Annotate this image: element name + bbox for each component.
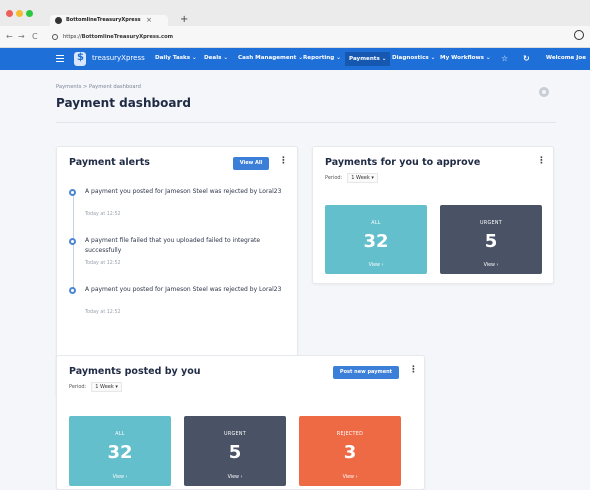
tile-view-link[interactable]: View › — [440, 263, 542, 268]
app-logo[interactable]: treasuryXpress — [92, 54, 145, 62]
tile-label: URGENT — [224, 432, 246, 437]
payments-posted-title: Payments posted by you — [69, 366, 201, 377]
tile-label: REJECTED — [336, 432, 364, 437]
breadcrumb[interactable]: Payments > Payment dashboard — [56, 84, 141, 90]
new-tab-icon[interactable]: + — [180, 14, 188, 25]
tile-label: ALL — [371, 221, 381, 226]
payments-posted-card: Payments posted by you Post new payment … — [56, 355, 425, 490]
posted-all-tile[interactable]: ALL 32 View › — [69, 416, 171, 486]
payments-to-approve-title: Payments for you to approve — [325, 157, 481, 168]
timeline-bullet-icon — [69, 189, 76, 196]
refresh-icon[interactable]: ↻ — [523, 54, 530, 63]
logo-icon — [74, 52, 86, 66]
alert-time: Today at 12:52 — [85, 261, 121, 266]
payment-alerts-title: Payment alerts — [69, 157, 150, 168]
tile-view-link[interactable]: View › — [69, 475, 171, 480]
approve-more-options-icon[interactable]: ⋮ — [537, 156, 546, 166]
settings-gear-icon[interactable] — [539, 87, 549, 97]
approve-period-select[interactable]: 1 Week ▾ — [347, 173, 378, 183]
tile-view-link[interactable]: View › — [299, 475, 401, 480]
approve-period: Period: 1 Week ▾ — [325, 173, 378, 183]
alert-item[interactable]: A payment file failed that you uploaded … — [69, 236, 284, 276]
tile-count: 5 — [228, 442, 242, 463]
welcome-user-menu[interactable]: Welcome Joe — [546, 55, 586, 61]
favorites-star-icon[interactable]: ☆ — [501, 54, 508, 63]
page-content: Payments > Payment dashboard Payment das… — [0, 70, 590, 490]
post-new-payment-button[interactable]: Post new payment — [333, 366, 399, 379]
tile-count: 32 — [107, 442, 133, 463]
minimize-window-dot[interactable] — [16, 10, 23, 17]
view-all-button[interactable]: View All — [233, 157, 269, 170]
nav-daily-tasks[interactable]: Daily Tasks ⌄ — [155, 55, 197, 61]
alert-item[interactable]: A payment you posted for Jameson Steel w… — [69, 187, 284, 227]
alert-message: A payment you posted for Jameson Steel w… — [85, 286, 282, 293]
tile-label: URGENT — [480, 221, 502, 226]
tile-view-link[interactable]: View › — [184, 475, 286, 480]
page-title: Payment dashboard — [56, 96, 191, 110]
alert-time: Today at 12:52 — [85, 212, 121, 217]
nav-cash-management[interactable]: Cash Management ⌄ — [238, 55, 303, 61]
app-navbar: treasuryXpress Daily Tasks ⌄ Deals ⌄ Cas… — [0, 48, 590, 70]
back-icon[interactable]: ← — [6, 32, 13, 41]
posted-period: Period: 1 Week ▾ — [69, 382, 122, 392]
tab-close-icon[interactable]: × — [146, 15, 152, 26]
url-prefix: https:// — [63, 34, 82, 40]
nav-deals[interactable]: Deals ⌄ — [204, 55, 228, 61]
alert-time: Today at 12:52 — [85, 310, 121, 315]
site-info-icon[interactable] — [52, 33, 58, 40]
alert-message: A payment you posted for Jameson Steel w… — [85, 188, 282, 195]
period-label: Period: — [325, 175, 343, 181]
nav-my-workflows[interactable]: My Workflows ⌄ — [440, 55, 491, 61]
close-window-dot[interactable] — [6, 10, 13, 17]
alert-message: A payment file failed that you uploaded … — [85, 237, 261, 254]
browser-tab[interactable]: BottomlineTreasuryXpress × — [50, 15, 168, 26]
posted-more-options-icon[interactable]: ⋮ — [409, 365, 418, 375]
alert-item[interactable]: A payment you posted for Jameson Steel w… — [69, 285, 284, 325]
site-favicon-icon — [55, 17, 62, 24]
timeline-bullet-icon — [69, 238, 76, 245]
approve-urgent-tile[interactable]: URGENT 5 View › — [440, 205, 542, 274]
payments-to-approve-card: Payments for you to approve ⋮ Period: 1 W… — [312, 146, 554, 284]
tile-label: ALL — [115, 432, 125, 437]
nav-payments[interactable]: Payments ⌄ — [345, 52, 391, 66]
tile-count: 5 — [484, 231, 498, 252]
tile-count: 32 — [363, 231, 389, 252]
menu-icon[interactable] — [56, 55, 64, 62]
posted-rejected-tile[interactable]: REJECTED 3 View › — [299, 416, 401, 486]
browser-chrome: BottomlineTreasuryXpress × + ← → C https… — [0, 0, 590, 48]
address-bar-row: ← → C https://BottomlineTreasuryXpress.c… — [0, 26, 590, 48]
forward-icon[interactable]: → — [18, 32, 25, 41]
nav-diagnostics[interactable]: Diagnostics ⌄ — [392, 55, 435, 61]
tab-title: BottomlineTreasuryXpress — [66, 17, 141, 23]
tab-bar: BottomlineTreasuryXpress × + — [0, 0, 590, 26]
url-host: BottomlineTreasuryXpress.com — [81, 34, 174, 40]
url-field[interactable]: https://BottomlineTreasuryXpress.com — [52, 31, 562, 43]
alerts-more-options-icon[interactable]: ⋮ — [279, 156, 288, 166]
nav-reporting[interactable]: Reporting ⌄ — [303, 55, 341, 61]
timeline-bullet-icon — [69, 287, 76, 294]
approve-all-tile[interactable]: ALL 32 View › — [325, 205, 427, 274]
maximize-window-dot[interactable] — [26, 10, 33, 17]
posted-urgent-tile[interactable]: URGENT 5 View › — [184, 416, 286, 486]
reload-icon[interactable]: C — [32, 32, 38, 41]
tile-view-link[interactable]: View › — [325, 263, 427, 268]
account-icon[interactable] — [574, 30, 584, 40]
period-label: Period: — [69, 384, 87, 390]
tile-count: 3 — [343, 442, 357, 463]
posted-period-select[interactable]: 1 Week ▾ — [91, 382, 122, 392]
divider — [56, 122, 556, 123]
